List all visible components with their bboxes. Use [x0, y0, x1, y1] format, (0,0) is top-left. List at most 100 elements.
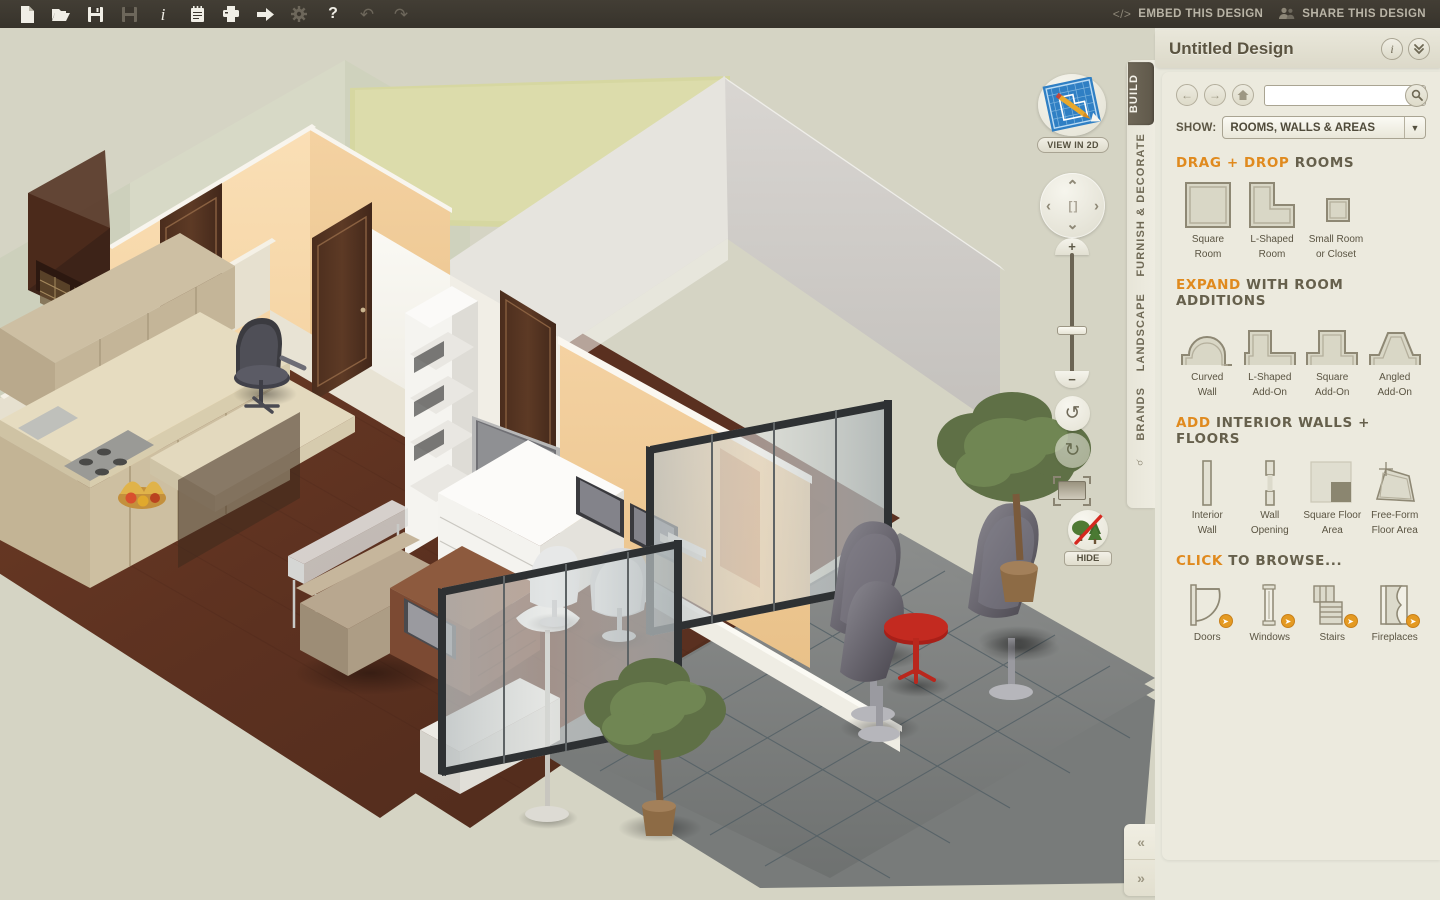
pan-up-arrow[interactable]: ⌃: [1066, 179, 1079, 194]
item-wall-opening[interactable]: Wall Opening: [1239, 453, 1302, 537]
design-info-icon[interactable]: i: [1381, 38, 1403, 60]
view-in-2d-label: VIEW IN 2D: [1037, 137, 1109, 153]
share-design-label: SHARE THIS DESIGN: [1302, 8, 1426, 20]
browse-badge[interactable]: ➤: [1343, 614, 1358, 628]
show-select-value: ROOMS, WALLS & AREAS: [1230, 121, 1376, 134]
people-icon: [1279, 7, 1295, 22]
rail-tab-build[interactable]: BUILD: [1128, 62, 1154, 126]
item-caption-line2: Add-On: [1252, 387, 1287, 398]
open-folder-icon[interactable]: [44, 1, 78, 27]
zoom-out-button[interactable]: −: [1055, 371, 1089, 388]
hide-label: HIDE: [1064, 551, 1112, 566]
new-document-icon[interactable]: [10, 1, 44, 27]
pan-right-arrow[interactable]: ›: [1094, 198, 1099, 213]
search-button[interactable]: [1405, 83, 1428, 107]
info-icon[interactable]: i: [146, 1, 180, 27]
search-input[interactable]: [1264, 84, 1426, 106]
wall-opening-icon: [1239, 453, 1302, 507]
pan-dpad[interactable]: ⌃ ⌄ ‹ › [ ]: [1040, 173, 1105, 238]
section-heading: ADD INTERIOR WALLS + FLOORS: [1176, 415, 1426, 447]
pan-down-arrow[interactable]: ⌄: [1066, 217, 1079, 232]
top-toolbar: i ? ↶ ↷ </> EMBED THIS DESIGN SHARE THIS…: [0, 0, 1440, 28]
redo-icon[interactable]: ↷: [384, 1, 418, 27]
3d-floorplan-scene[interactable]: [0, 28, 1155, 900]
toolbar-right-links: </> EMBED THIS DESIGN SHARE THIS DESIGN: [1113, 0, 1440, 28]
design-title-bar: Untitled Design i: [1155, 30, 1440, 68]
crop-corner-tl: [1053, 476, 1061, 484]
section-heading: EXPAND WITH ROOM ADDITIONS: [1176, 277, 1426, 309]
item-curved-wall[interactable]: Curved Wall: [1176, 315, 1239, 399]
crop-corner-bl: [1053, 498, 1061, 506]
section-items: Curved Wall L-Shaped Add-On Square Add-O…: [1176, 315, 1426, 399]
nav-forward-button[interactable]: →: [1204, 84, 1226, 106]
zoom-slider[interactable]: + −: [1055, 238, 1089, 388]
view-in-2d-button[interactable]: VIEW IN 2D: [1037, 74, 1109, 153]
nav-home-button[interactable]: [1232, 84, 1254, 106]
item-square-floor-area[interactable]: Square Floor Area: [1301, 453, 1364, 537]
recenter-icon[interactable]: [ ]: [1068, 200, 1077, 212]
export-icon[interactable]: [248, 1, 282, 27]
section-accent: DRAG + DROP: [1176, 155, 1290, 171]
hide-landscape-button[interactable]: HIDE: [1052, 510, 1124, 566]
browse-badge[interactable]: ➤: [1218, 614, 1233, 628]
browse-badge[interactable]: ➤: [1406, 614, 1420, 628]
design-canvas[interactable]: VIEW IN 2D ⌃ ⌄ ‹ › [ ] + − ↺ ↻ HIDE: [0, 28, 1155, 900]
item-caption-line2: Floor Area: [1371, 525, 1418, 536]
small-room-icon: [1304, 177, 1368, 231]
settings-gear-icon[interactable]: [282, 1, 316, 27]
share-design-link[interactable]: SHARE THIS DESIGN: [1279, 7, 1426, 22]
angled-addon-icon: [1364, 315, 1427, 369]
collapse-left-button[interactable]: «: [1124, 824, 1158, 860]
show-select[interactable]: ROOMS, WALLS & AREAS ▼: [1222, 116, 1426, 139]
section-heading: DRAG + DROP ROOMS: [1176, 155, 1426, 171]
rail-tab-furnish-decorate[interactable]: FURNISH & DECORATE: [1135, 125, 1147, 285]
item-free-form-floor-area[interactable]: Free-Form Floor Area: [1364, 453, 1427, 537]
square-room-icon: [1176, 177, 1240, 231]
build-panel-body: ← → SHOW: ROOMS, WALLS & AREAS ▼ DRAG + …: [1162, 72, 1440, 860]
item-square-add-on[interactable]: Square Add-On: [1301, 315, 1364, 399]
help-icon[interactable]: ?: [316, 1, 350, 27]
item-l-shaped-room[interactable]: L-Shaped Room: [1240, 177, 1304, 261]
item-small-room-or-closet[interactable]: Small Room or Closet: [1304, 177, 1368, 261]
pan-left-arrow[interactable]: ‹: [1046, 198, 1051, 213]
undo-icon[interactable]: ↶: [350, 1, 384, 27]
section-rest: TO BROWSE...: [1228, 553, 1343, 569]
nav-back-button[interactable]: ←: [1176, 84, 1198, 106]
item-angled-add-on[interactable]: Angled Add-On: [1364, 315, 1427, 399]
collapse-right-button[interactable]: »: [1124, 860, 1158, 896]
item-square-room[interactable]: Square Room: [1176, 177, 1240, 261]
embed-design-link[interactable]: </> EMBED THIS DESIGN: [1113, 7, 1264, 21]
rotate-right-button[interactable]: ↻: [1055, 433, 1090, 468]
hide-trees-icon: [1068, 510, 1108, 550]
item-caption-line2: Room: [1194, 249, 1222, 260]
item-l-shaped-add-on[interactable]: L-Shaped Add-On: [1239, 315, 1302, 399]
section-click-to-browse: CLICK TO BROWSE... ➤ Doors ➤ Windows ➤ S…: [1162, 553, 1440, 644]
save-icon[interactable]: [78, 1, 112, 27]
panel-collapse-icon[interactable]: [1408, 38, 1430, 60]
browse-badge[interactable]: ➤: [1281, 614, 1295, 628]
notes-icon[interactable]: [180, 1, 214, 27]
panel-search: [1264, 83, 1428, 107]
save-as-icon[interactable]: [112, 1, 146, 27]
chevron-down-icon: ▼: [1404, 117, 1425, 138]
item-stairs[interactable]: ➤ Stairs: [1301, 575, 1364, 644]
zoom-handle[interactable]: [1057, 326, 1087, 335]
info-glyph: i: [1390, 41, 1394, 56]
snapshot-crop-button[interactable]: [1053, 476, 1091, 506]
print-icon[interactable]: [214, 1, 248, 27]
rotate-left-button[interactable]: ↺: [1055, 396, 1090, 431]
rail-tab-landscape[interactable]: LANDSCAPE: [1135, 285, 1147, 379]
curved-wall-icon: [1176, 315, 1239, 369]
snapshot-preview: [1058, 481, 1086, 500]
rail-search-icon[interactable]: ⌕: [1133, 459, 1149, 466]
page-title: Untitled Design: [1169, 39, 1294, 58]
item-doors[interactable]: ➤ Doors: [1176, 575, 1239, 644]
item-windows[interactable]: ➤ Windows: [1239, 575, 1302, 644]
item-caption-line2: Wall: [1197, 387, 1217, 398]
item-interior-wall[interactable]: Interior Wall: [1176, 453, 1239, 537]
l-shaped-addon-icon: [1239, 315, 1302, 369]
section-expand-room-additions: EXPAND WITH ROOM ADDITIONS Curved Wall L…: [1162, 277, 1440, 399]
item-fireplaces[interactable]: ➤ Fireplaces: [1364, 575, 1427, 644]
zoom-track[interactable]: [1070, 253, 1074, 373]
rail-tab-brands[interactable]: BRANDS: [1135, 379, 1147, 449]
